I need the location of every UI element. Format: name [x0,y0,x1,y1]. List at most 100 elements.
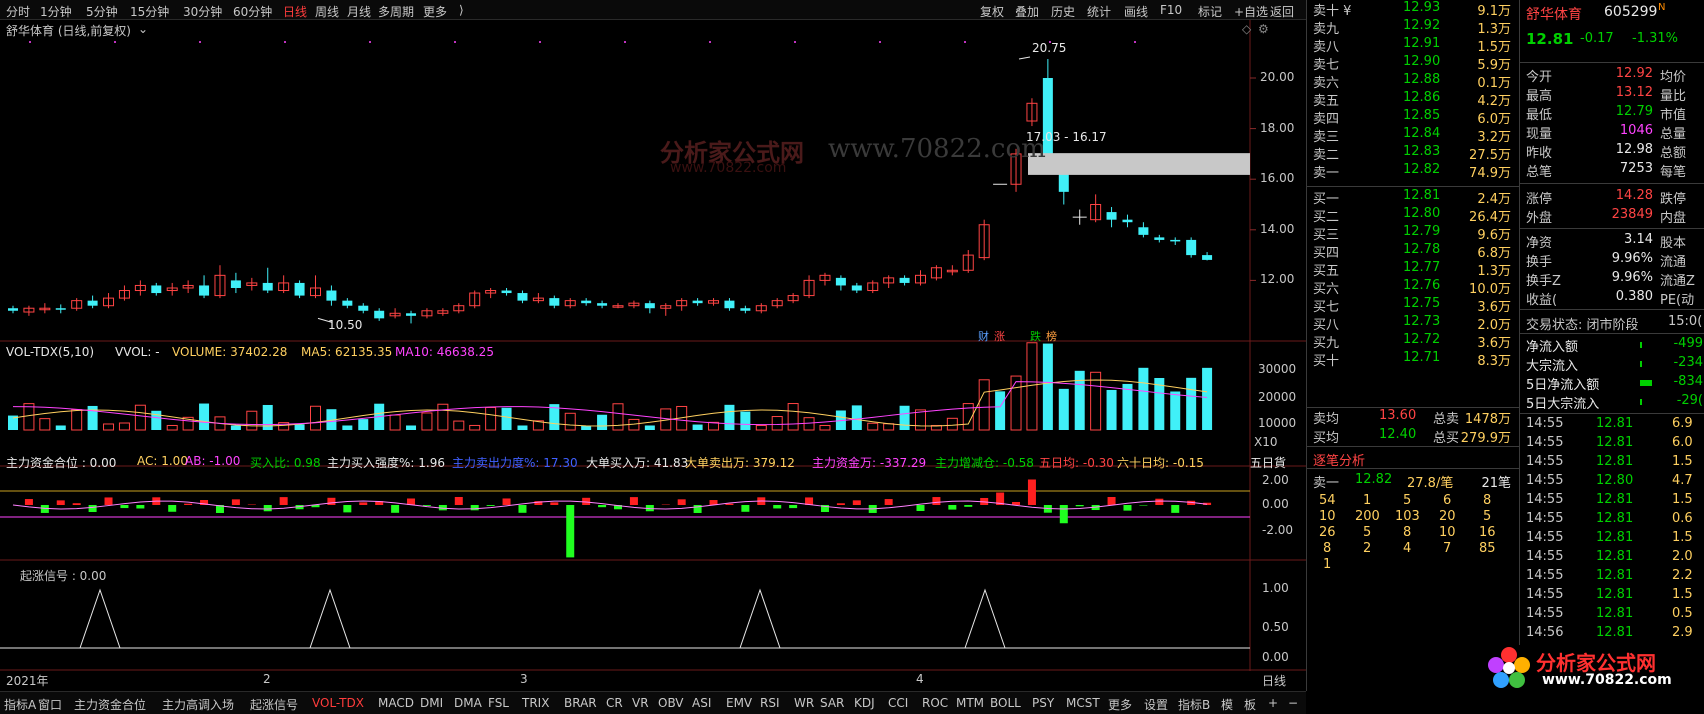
fund-item-2: AB: -1.00 [185,454,241,468]
y-tick-main-1: 18.00 [1260,120,1295,135]
tool-button-0[interactable]: 复权 [980,3,1004,20]
book-row[interactable]: 卖四 12.85 6.0万 [1307,108,1519,127]
chevron-right-icon[interactable]: ⟩ [459,3,464,17]
period-tab-8[interactable]: 月线 [347,3,371,20]
indicator-tab-26[interactable]: MCST [1066,696,1100,710]
tick-price: 12.81 [1596,492,1634,507]
book-row[interactable]: 买一 12.81 2.4万 [1307,188,1519,207]
indicator-tab-7[interactable]: DMI [420,696,443,710]
book-row-volume: 27.5万 [1469,148,1511,163]
period-tab-7[interactable]: 周线 [315,3,339,20]
book-row[interactable]: 买八 12.73 2.0万 [1307,314,1519,333]
tool-button-5[interactable]: F10 [1160,3,1182,17]
indicator-tab-21[interactable]: CCI [888,696,908,710]
indicator-tab-15[interactable]: ASI [692,696,711,710]
book-row[interactable]: 买四 12.78 6.8万 [1307,242,1519,261]
indicator-tab-8[interactable]: DMA [454,696,482,710]
book-row[interactable]: 卖五 12.86 4.2万 [1307,90,1519,109]
indicator-tab-12[interactable]: CR [606,696,623,710]
y-tick-main-3: 14.00 [1260,221,1295,236]
book-row[interactable]: 卖六 12.88 0.1万 [1307,72,1519,91]
book-row[interactable]: 买六 12.76 10.0万 [1307,278,1519,297]
indicator-tab-13[interactable]: VR [632,696,649,710]
tick-price: 12.81 [1596,454,1634,469]
book-row[interactable]: 卖一 12.82 74.9万 [1307,162,1519,181]
indicator-tab-5[interactable]: VOL-TDX [312,696,364,710]
book-row[interactable]: 买九 12.72 3.6万 [1307,332,1519,351]
indicator-tab-25[interactable]: PSY [1032,696,1054,710]
analysis-title[interactable]: 逐笔分析 [1313,450,1365,469]
book-row[interactable]: 卖九 12.92 1.3万 [1307,18,1519,37]
event-marker-3[interactable]: 榜 [1046,328,1057,344]
period-tab-1[interactable]: 1分钟 [40,3,72,20]
watermark-url: www.70822.com [828,134,1046,164]
indicator-b-tab-0[interactable]: 指标B [1178,696,1210,713]
indicator-tab-19[interactable]: SAR [820,696,844,710]
indicator-b-tab-3[interactable]: + [1268,696,1278,710]
book-row[interactable]: 买五 12.77 1.3万 [1307,260,1519,279]
tool-button-1[interactable]: 叠加 [1015,3,1039,20]
tool-button-8[interactable]: 返回 [1270,3,1294,20]
indicator-tab-3[interactable]: 主力高调入场 [162,696,234,713]
indicator-tab-27[interactable]: 更多 [1108,696,1132,713]
indicator-tab-9[interactable]: FSL [488,696,509,710]
tool-button-7[interactable]: +自选 [1234,3,1268,20]
indicator-tab-6[interactable]: MACD [378,696,414,710]
diamond-icon[interactable]: ◇ [1242,22,1251,36]
book-row[interactable]: 卖二 12.83 27.5万 [1307,144,1519,163]
event-marker-2[interactable]: 跌 [1030,328,1041,344]
indicator-tab-23[interactable]: MTM [956,696,984,710]
period-tab-10[interactable]: 更多 [423,3,447,20]
book-row-volume: 6.0万 [1477,112,1511,127]
indicator-tab-16[interactable]: EMV [726,696,752,710]
indicator-tab-17[interactable]: RSI [760,696,780,710]
indicator-b-tab-4[interactable]: − [1288,696,1298,710]
quote-sep [1520,183,1704,184]
book-row[interactable]: 买十 12.71 8.3万 [1307,350,1519,369]
indicator-tab-22[interactable]: ROC [922,696,948,710]
book-row[interactable]: 买二 12.80 26.4万 [1307,206,1519,225]
indicator-tab-24[interactable]: BOLL [990,696,1021,710]
indicator-tab-18[interactable]: WR [794,696,814,710]
quote-value: 7253 [1619,161,1653,176]
period-tab-4[interactable]: 30分钟 [183,3,222,20]
period-tab-9[interactable]: 多周期 [378,3,414,20]
indicator-tab-14[interactable]: OBV [658,696,684,710]
indicator-tab-2[interactable]: 主力资金合位 [74,696,146,713]
watermark-small: www.70822.com [670,160,787,176]
book-row[interactable]: 买七 12.75 3.6万 [1307,296,1519,315]
indicator-tab-1[interactable]: 窗口 [38,696,62,713]
tool-button-3[interactable]: 统计 [1087,3,1111,20]
indicator-tab-4[interactable]: 起涨信号 [250,696,298,713]
indicator-b-tab-1[interactable]: 模 [1221,696,1233,713]
indicator-b-tab-2[interactable]: 板 [1244,696,1256,713]
chart-menu-icon[interactable]: ⌄ [138,22,148,36]
indicator-tab-20[interactable]: KDJ [854,696,875,710]
quote-row: 净资 3.14 股本 [1520,232,1704,251]
indicator-tab-10[interactable]: TRIX [522,696,549,710]
book-row[interactable]: 卖八 12.91 1.5万 [1307,36,1519,55]
period-tab-2[interactable]: 5分钟 [86,3,118,20]
period-tab-3[interactable]: 15分钟 [130,3,169,20]
book-row[interactable]: 卖七 12.90 5.9万 [1307,54,1519,73]
period-tab-6[interactable]: 日线 [283,3,307,20]
gear-icon[interactable]: ⚙ [1258,22,1269,36]
tool-button-6[interactable]: 标记 [1198,3,1222,20]
indicator-tab-28[interactable]: 设置 [1144,696,1168,713]
book-row[interactable]: 卖十 ¥ 12.93 9.1万 [1307,0,1519,19]
indicator-tab-0[interactable]: 指标A [4,696,36,713]
period-tab-0[interactable]: 分时 [6,3,30,20]
tick-price: 12.81 [1596,549,1634,564]
indicator-tab-11[interactable]: BRAR [564,696,597,710]
period-tab-5[interactable]: 60分钟 [233,3,272,20]
event-marker-0[interactable]: 财 [978,328,989,344]
volume-indicator-name[interactable]: VOL-TDX(5,10) [6,345,94,359]
book-avg-buy: 买均 12.40 总买 279.9万 [1307,427,1519,446]
book-row[interactable]: 卖三 12.84 3.2万 [1307,126,1519,145]
tool-button-4[interactable]: 画线 [1124,3,1148,20]
quote-label: 总笔 [1526,165,1553,180]
signal-peak [309,588,351,649]
event-marker-1[interactable]: 涨 [994,328,1005,344]
book-row[interactable]: 买三 12.79 9.6万 [1307,224,1519,243]
tool-button-2[interactable]: 历史 [1051,3,1075,20]
